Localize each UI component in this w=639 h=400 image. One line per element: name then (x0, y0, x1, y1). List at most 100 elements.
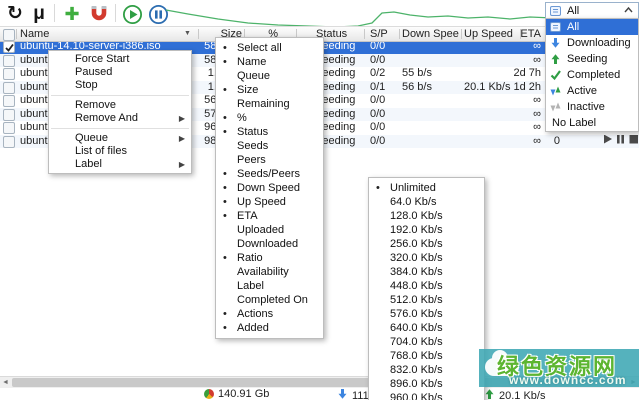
row-checkbox[interactable] (3, 41, 15, 53)
chevron-up-icon (623, 5, 634, 19)
utorrent-mu-icon[interactable]: μ (28, 3, 50, 25)
row-checkbox[interactable] (3, 82, 15, 94)
utorrent-web-app: ↻ μ ✚ (0, 0, 639, 400)
seeds-peers-cell: 0/0 (370, 40, 398, 54)
eta-cell: ∞ (498, 94, 541, 108)
column-menu-item[interactable]: •Status (216, 125, 323, 139)
column-menu-item[interactable]: Label (216, 279, 323, 293)
sort-desc-icon: ▼ (184, 30, 191, 37)
checked-bullet-icon: • (223, 209, 227, 223)
speed-menu-item[interactable]: 64.0 Kb/s (369, 195, 484, 209)
eta-cell: ∞ (498, 135, 541, 149)
speed-menu-item[interactable]: 704.0 Kb/s (369, 335, 484, 349)
magnet-icon[interactable] (88, 3, 110, 25)
row-checkbox[interactable] (3, 136, 15, 148)
select-all-checkbox[interactable] (3, 29, 15, 41)
speed-menu-item[interactable]: 640.0 Kb/s (369, 321, 484, 335)
free-space-value: 140.91 Gb (218, 388, 269, 400)
seeds-peers-cell: 0/0 (370, 121, 398, 135)
column-menu-item[interactable]: Uploaded (216, 223, 323, 237)
add-torrent-icon[interactable]: ✚ (61, 3, 83, 25)
speed-menu-item[interactable]: 448.0 Kb/s (369, 279, 484, 293)
column-menu-item[interactable]: Queue (216, 69, 323, 83)
stop-action-icon[interactable] (628, 135, 639, 149)
column-menu-item[interactable]: Completed On (216, 293, 323, 307)
play-action-icon[interactable] (602, 135, 613, 149)
speed-menu-item[interactable]: 320.0 Kb/s (369, 251, 484, 265)
upload-speed-value: 20.1 Kb/s (499, 390, 545, 400)
torrent-context-menu: Force StartPausedStop RemoveRemove And▶ Qu… (48, 50, 192, 174)
watermark-url: www.downcc.com (509, 373, 627, 387)
column-header-sp[interactable]: S/P (370, 27, 396, 41)
speed-menu-item[interactable]: •Unlimited (369, 181, 484, 195)
column-menu-item[interactable]: •ETA (216, 209, 323, 223)
speed-menu-item[interactable]: 960.0 Kb/s (369, 391, 484, 400)
checked-bullet-icon: • (223, 181, 227, 195)
row-checkbox[interactable] (3, 122, 15, 134)
column-menu-item[interactable]: •Size (216, 83, 323, 97)
row-checkbox[interactable] (3, 55, 15, 67)
column-menu-item[interactable]: •Up Speed (216, 195, 323, 209)
label-filter-item[interactable]: Downloading (546, 35, 638, 51)
context-menu-item[interactable]: Remove And▶ (49, 112, 191, 125)
column-menu-item[interactable]: •Added (216, 321, 323, 335)
row-checkbox[interactable] (3, 95, 15, 107)
speed-menu-item[interactable]: 384.0 Kb/s (369, 265, 484, 279)
checked-bullet-icon: • (223, 307, 227, 321)
label-filter-item[interactable]: Completed (546, 67, 638, 83)
row-checkbox[interactable] (3, 68, 15, 80)
checked-bullet-icon: • (223, 125, 227, 139)
column-menu-item[interactable]: •Down Speed (216, 181, 323, 195)
speed-menu-item[interactable]: 768.0 Kb/s (369, 349, 484, 363)
column-menu-item[interactable]: Downloaded (216, 237, 323, 251)
column-menu-item[interactable]: •Name (216, 55, 323, 69)
scroll-left-arrow[interactable]: ◄ (0, 377, 11, 388)
toolbar-separator (115, 4, 116, 22)
column-menu-item[interactable]: Peers (216, 153, 323, 167)
column-menu-item[interactable]: •% (216, 111, 323, 125)
speed-menu-item[interactable]: 512.0 Kb/s (369, 293, 484, 307)
context-menu-item[interactable]: Label▶ (49, 158, 191, 171)
disk-space-pie-icon (204, 389, 214, 399)
column-menu-item[interactable]: •Actions (216, 307, 323, 321)
context-menu-item[interactable]: Force Start (49, 53, 191, 66)
speed-menu-item[interactable]: 896.0 Kb/s (369, 377, 484, 391)
eta-cell: ∞ (498, 40, 541, 54)
speed-menu-item[interactable]: 128.0 Kb/s (369, 209, 484, 223)
label-filter-item[interactable]: All (546, 19, 638, 35)
speed-menu-item[interactable]: 256.0 Kb/s (369, 237, 484, 251)
column-header-down-speed[interactable]: Down Speed (402, 27, 459, 41)
menu-separator (51, 95, 189, 96)
start-icon[interactable] (121, 3, 143, 25)
context-menu-item[interactable]: Stop (49, 79, 191, 92)
context-menu-item[interactable]: Queue▶ (49, 132, 191, 145)
context-menu-item[interactable]: Paused (49, 66, 191, 79)
context-menu-item[interactable]: Remove (49, 99, 191, 112)
column-menu-item[interactable]: Availability (216, 265, 323, 279)
site-watermark: 绿色资源网 www.downcc.com (479, 349, 639, 387)
speed-menu-item[interactable]: 576.0 Kb/s (369, 307, 484, 321)
download-arrow-icon (337, 388, 348, 400)
refresh-icon[interactable]: ↻ (4, 3, 26, 25)
pause-action-icon[interactable] (615, 135, 626, 149)
row-checkbox[interactable] (3, 109, 15, 121)
label-filter-item[interactable]: Inactive (546, 99, 638, 115)
down-speed-cell: 56 b/s (402, 81, 458, 95)
column-menu-item[interactable]: •Select all (216, 41, 323, 55)
speed-graph (158, 2, 578, 28)
seeds-peers-cell: 0/0 (370, 135, 398, 149)
speed-menu-item[interactable]: 192.0 Kb/s (369, 223, 484, 237)
context-menu-item[interactable]: List of files (49, 145, 191, 158)
submenu-arrow-icon: ▶ (179, 158, 185, 171)
label-filter-item[interactable]: Seeding (546, 51, 638, 67)
speed-menu-item[interactable]: 832.0 Kb/s (369, 363, 484, 377)
label-filter-item[interactable]: No Label (546, 115, 638, 131)
label-filter-item[interactable]: Active (546, 83, 638, 99)
column-menu-item[interactable]: •Ratio (216, 251, 323, 265)
column-menu-item[interactable]: Remaining (216, 97, 323, 111)
eta-cell: 1d 2h (498, 81, 541, 95)
column-menu-item[interactable]: •Seeds/Peers (216, 167, 323, 181)
column-menu-item[interactable]: Seeds (216, 139, 323, 153)
checked-bullet-icon: • (376, 181, 380, 195)
column-header-name[interactable]: Name (20, 27, 180, 41)
